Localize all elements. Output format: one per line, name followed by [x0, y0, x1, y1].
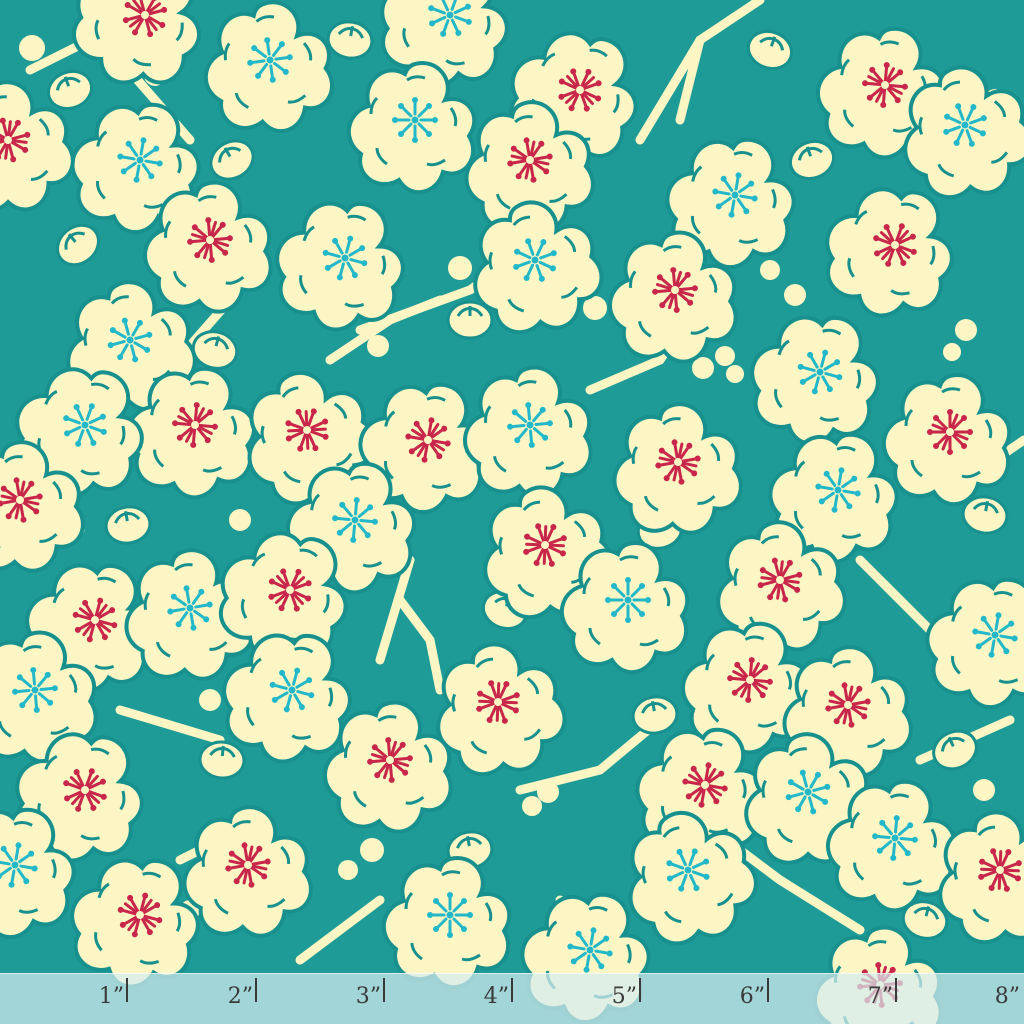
ruler-mark-1: 1”	[98, 984, 124, 1009]
ruler-mark-5: 5”	[611, 984, 637, 1009]
ruler-mark-2: 2”	[227, 984, 253, 1009]
ruler-mark-3: 3”	[355, 984, 381, 1009]
ruler-mark-6: 6”	[739, 984, 765, 1009]
ruler-mark-7: 7”	[867, 984, 893, 1009]
measurement-ruler: 1” 2” 3” 4” 5” 6” 7” 8”	[0, 973, 1024, 1024]
plum-blossom-pattern	[0, 0, 1024, 1024]
fabric-swatch: 1” 2” 3” 4” 5” 6” 7” 8”	[0, 0, 1024, 1024]
ruler-mark-8: 8”	[994, 984, 1020, 1009]
ruler-mark-4: 4”	[483, 984, 509, 1009]
